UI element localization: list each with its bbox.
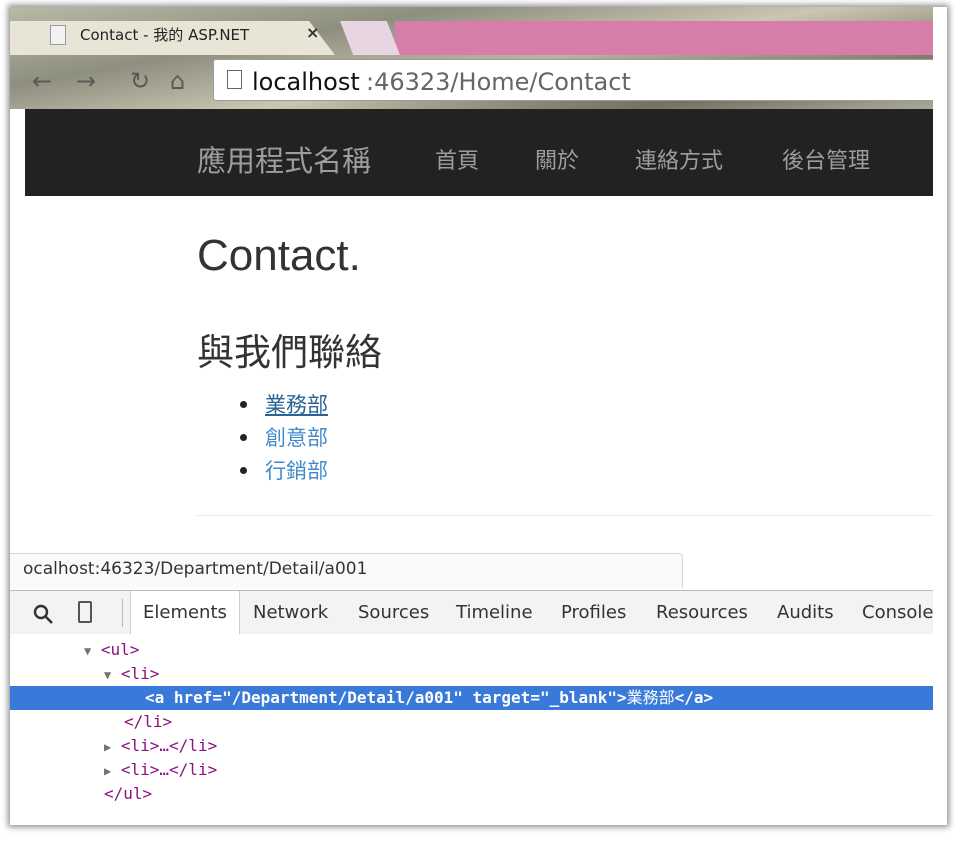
dom-tag: <a href="/Department/Detail/a001" target… — [145, 688, 627, 707]
dom-node-ul[interactable]: ▼ <ul> — [10, 638, 933, 662]
nav-link-home[interactable]: 首頁 — [435, 143, 479, 175]
brand-link[interactable]: 應用程式名稱 — [197, 138, 371, 180]
collapsed-arrow-icon[interactable]: ▶ — [10, 764, 111, 778]
dom-tag: </ul> — [104, 784, 153, 803]
site-navbar: 應用程式名稱 首頁 關於 連絡方式 後台管理 — [25, 109, 933, 196]
dom-tag: <li>…</li> — [120, 760, 218, 779]
dom-tag: </a> — [674, 688, 714, 707]
page-subtitle: 與我們聯絡 — [197, 331, 382, 374]
tab-title: Contact - 我的 ASP.NET — [80, 26, 250, 44]
dom-tag: <li>…</li> — [120, 736, 218, 755]
department-link-creative[interactable]: 創意部 — [265, 422, 328, 452]
dom-tag: <li> — [120, 664, 160, 683]
dom-tree: ▼ <ul> ▼ <li> <a href="/Department/Detai… — [10, 634, 933, 825]
divider — [197, 515, 933, 516]
department-link-sales[interactable]: 業務部 — [265, 389, 328, 419]
tab-console[interactable]: Console — [862, 591, 933, 634]
tab-resources[interactable]: Resources — [656, 591, 748, 634]
forward-arrow-icon[interactable]: → — [76, 67, 96, 95]
expand-arrow-icon[interactable]: ▼ — [10, 668, 111, 682]
devtools-toolbar: Elements Network Sources Timeline Profil… — [10, 590, 933, 635]
home-icon[interactable]: ⌂ — [170, 67, 185, 95]
dom-node-li-close[interactable]: </li> — [10, 710, 933, 734]
tab-sources[interactable]: Sources — [358, 591, 429, 634]
page-favicon-icon — [50, 25, 66, 45]
tab-timeline[interactable]: Timeline — [456, 591, 533, 634]
toolbar-divider — [122, 599, 123, 627]
page-icon — [227, 70, 242, 89]
dom-tag: <ul> — [100, 640, 140, 659]
tab-audits[interactable]: Audits — [777, 591, 834, 634]
dom-node-li-collapsed[interactable]: ▶ <li>…</li> — [10, 758, 933, 782]
tab-profiles[interactable]: Profiles — [561, 591, 626, 634]
url-host: localhost — [252, 68, 360, 96]
back-arrow-icon[interactable]: ← — [32, 67, 52, 95]
expand-arrow-icon[interactable]: ▼ — [10, 644, 91, 658]
url-path: :46323/Home/Contact — [366, 68, 631, 96]
page-title: Contact. — [197, 231, 361, 280]
new-tab-button[interactable] — [340, 21, 400, 55]
status-url: ocalhost:46323/Department/Detail/a001 — [23, 559, 368, 579]
collapsed-arrow-icon[interactable]: ▶ — [10, 740, 111, 754]
tab-network[interactable]: Network — [253, 591, 328, 634]
nav-link-contact[interactable]: 連絡方式 — [635, 143, 723, 175]
dom-node-li[interactable]: ▼ <li> — [10, 662, 933, 686]
nav-link-about[interactable]: 關於 — [535, 143, 579, 175]
dom-node-li-collapsed[interactable]: ▶ <li>…</li> — [10, 734, 933, 758]
dom-tag: </li> — [124, 712, 173, 731]
browser-chrome: Contact - 我的 ASP.NET × ← → ↻ ⌂ localhost… — [10, 7, 933, 109]
browser-window: Contact - 我的 ASP.NET × ← → ↻ ⌂ localhost… — [10, 7, 947, 825]
device-mode-icon[interactable] — [78, 601, 92, 623]
address-bar[interactable]: localhost :46323/Home/Contact — [213, 59, 933, 101]
department-link-marketing[interactable]: 行銷部 — [265, 455, 328, 485]
search-icon[interactable] — [32, 603, 54, 625]
dom-node-ul-close[interactable]: </ul> — [10, 782, 933, 806]
nav-link-admin[interactable]: 後台管理 — [782, 143, 870, 175]
tab-close-icon[interactable]: × — [306, 23, 319, 42]
reload-icon[interactable]: ↻ — [130, 67, 150, 95]
dom-text: 業務部 — [626, 688, 675, 707]
dom-node-anchor-selected[interactable]: <a href="/Department/Detail/a001" target… — [10, 686, 933, 710]
tab-elements[interactable]: Elements — [130, 591, 240, 634]
tab-strip — [395, 21, 933, 55]
